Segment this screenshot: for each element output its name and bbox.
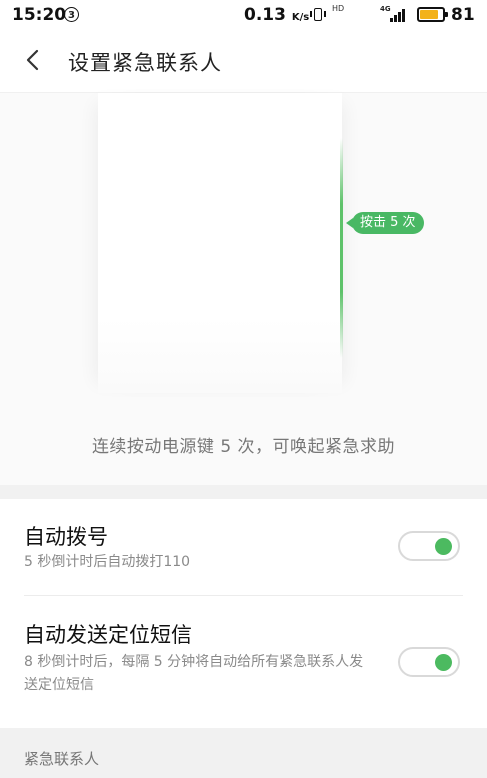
chevron-left-icon[interactable] [22,48,46,72]
setting-auto-dial-desc: 5 秒倒计时后自动拨打110 [24,554,191,570]
vibrate-icon [310,8,326,21]
auto-sms-toggle[interactable] [398,647,460,677]
battery-fill [420,10,438,19]
phone-illustration [98,93,342,393]
press-count-badge: 按击 5 次 [346,212,424,234]
toggle-knob [435,654,452,671]
battery-percent: 81 [451,5,475,25]
hd-signal-icon: HD [332,4,345,13]
battery-icon [417,7,448,22]
illustration-caption: 连续按动电源键 5 次，可唤起紧急求助 [91,437,396,457]
notification-badge-icon: 3 [64,7,79,22]
section-gap [0,485,487,499]
toggle-knob [435,538,452,555]
page-title: 设置紧急联系人 [68,51,222,75]
setting-auto-dial-title: 自动拨号 [24,525,108,549]
auto-dial-toggle[interactable] [398,531,460,561]
setting-auto-dial: 自动拨号 5 秒倒计时后自动拨打110 [0,499,487,595]
setting-auto-sms-desc: 8 秒倒计时后，每隔 5 分钟将自动给所有紧急联系人发送定位短信 [24,654,364,693]
cell-signal-icon: 4G [380,5,406,22]
network-type-label: 4G [380,5,391,13]
status-time: 15:20 [12,5,67,25]
power-button-illustration: 按击 5 次 连续按动电源键 5 次，可唤起紧急求助 [0,93,487,485]
network-speed-unit: K/s [291,12,310,23]
network-speed: 0.13 K/s [244,5,310,25]
app-header: 设置紧急联系人 [0,30,487,93]
setting-auto-sms-title: 自动发送定位短信 [24,623,192,647]
section-header-label: 紧急联系人 [24,750,100,768]
power-key-highlight [340,138,343,358]
emergency-contacts-header: 紧急联系人 [0,728,487,778]
setting-auto-sms: 自动发送定位短信 8 秒倒计时后，每隔 5 分钟将自动给所有紧急联系人发送定位短… [0,596,487,728]
status-bar: 15:20 3 0.13 K/s HD 4G 81 [0,0,487,30]
